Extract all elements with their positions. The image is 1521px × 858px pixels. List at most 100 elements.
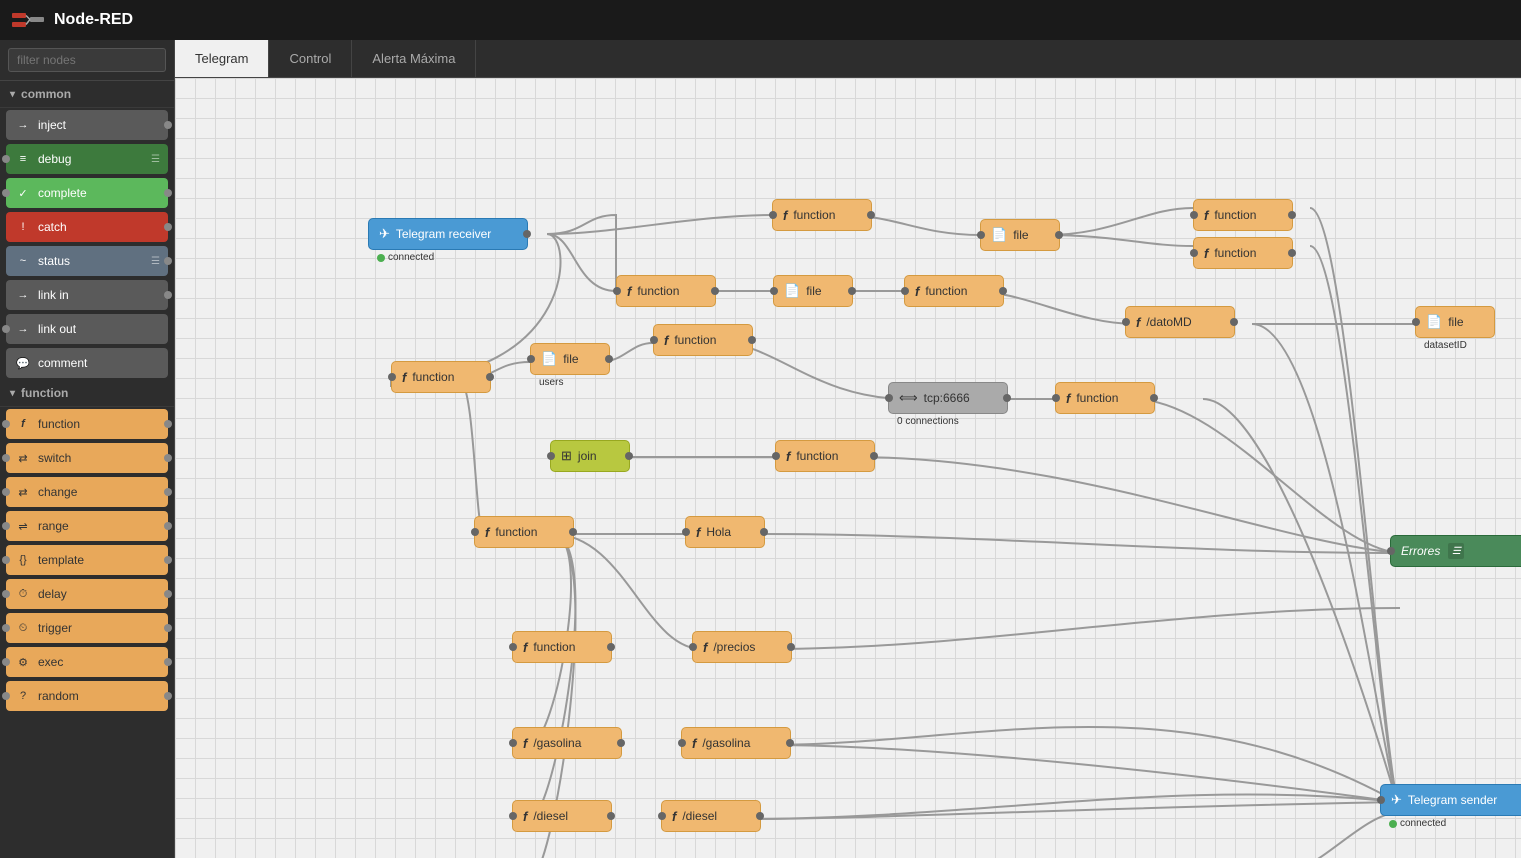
- node-diesel-2[interactable]: f /diesel: [661, 800, 761, 832]
- function-icon: f: [14, 415, 32, 433]
- node-comment[interactable]: 💬 comment: [6, 348, 168, 378]
- cn-dot-right: [1230, 318, 1238, 326]
- node-func-11[interactable]: f function: [512, 631, 612, 663]
- node-catch[interactable]: ! catch: [6, 212, 168, 242]
- cn-dot-right: [756, 812, 764, 820]
- node-debug[interactable]: ≡ debug ☰: [6, 144, 168, 174]
- node-gasolina-1[interactable]: f /gasolina: [512, 727, 622, 759]
- cn-dot-right: [569, 528, 577, 536]
- cn-dot-right: [1055, 231, 1063, 239]
- errores-label: Errores: [1401, 544, 1440, 558]
- node-delay[interactable]: ⏱ delay: [6, 579, 168, 609]
- cn-dot-left: [977, 231, 985, 239]
- node-complete[interactable]: ✓ complete: [6, 178, 168, 208]
- node-file-1[interactable]: 📄 file: [773, 275, 853, 307]
- tab-telegram[interactable]: Telegram: [175, 40, 269, 77]
- node-switch[interactable]: ⇄ switch: [6, 443, 168, 473]
- node-func-8[interactable]: f function: [1055, 382, 1155, 414]
- func6-label: function: [412, 370, 454, 384]
- tab-alerta[interactable]: Alerta Máxima: [352, 40, 476, 77]
- node-func-7[interactable]: f function: [653, 324, 753, 356]
- cn-dot-right: [748, 336, 756, 344]
- node-range[interactable]: ⇌ range: [6, 511, 168, 541]
- node-link-out[interactable]: → link out: [6, 314, 168, 344]
- search-input[interactable]: [8, 48, 166, 72]
- tab-control[interactable]: Control: [269, 40, 352, 77]
- cn-dot-right: [625, 452, 633, 460]
- exec-icon: ⚙: [14, 653, 32, 671]
- section-common[interactable]: ▾ common: [0, 81, 174, 108]
- node-func-10[interactable]: f function: [474, 516, 574, 548]
- cn-dot-left: [388, 373, 396, 381]
- cn-dot-left: [471, 528, 479, 536]
- file1-label: file: [806, 284, 821, 298]
- file4-sub: datasetID: [1424, 340, 1467, 351]
- node-hola[interactable]: f Hola: [685, 516, 765, 548]
- cn-dot-right: [1288, 249, 1296, 257]
- func11-label: function: [533, 640, 575, 654]
- node-join[interactable]: ⊞ join: [550, 440, 630, 472]
- node-telegram-sender-main[interactable]: ✈ Telegram sender connected: [1380, 784, 1521, 816]
- app-title: Node-RED: [54, 11, 133, 29]
- cn-dot-left: [509, 643, 517, 651]
- cn-dot-left: [547, 452, 555, 460]
- node-func-6[interactable]: f function: [391, 361, 491, 393]
- node-trigger[interactable]: ⏲ trigger: [6, 613, 168, 643]
- cn-dot-left: [901, 287, 909, 295]
- cn-dot-right: [617, 739, 625, 747]
- node-exec[interactable]: ⚙ exec: [6, 647, 168, 677]
- errores-square-btn[interactable]: [1468, 543, 1484, 559]
- canvas[interactable]: ✈ Telegram receiver connected f function…: [175, 78, 1521, 858]
- node-file-2[interactable]: 📄 file: [980, 219, 1060, 251]
- node-func-2[interactable]: f function: [772, 199, 872, 231]
- func1-icon: f: [627, 284, 631, 299]
- cn-dot-right: [711, 287, 719, 295]
- node-random[interactable]: ? random: [6, 681, 168, 711]
- node-telegram-receiver[interactable]: ✈ Telegram receiver connected: [368, 218, 528, 250]
- node-template[interactable]: {} template: [6, 545, 168, 575]
- file2-label: file: [1013, 228, 1028, 242]
- func10-icon: f: [485, 525, 489, 540]
- hola-icon: f: [696, 525, 700, 540]
- file4-icon: 📄: [1426, 314, 1442, 330]
- complete-icon: ✓: [14, 184, 32, 202]
- tg-sender-main-status: connected: [1389, 818, 1446, 829]
- node-change[interactable]: ⇄ change: [6, 477, 168, 507]
- section-function[interactable]: ▾ function: [0, 380, 174, 407]
- tcp-icon: ⟺: [899, 390, 918, 406]
- func9-icon: f: [786, 449, 790, 464]
- node-func-4[interactable]: f function: [1193, 199, 1293, 231]
- node-gasolina-2[interactable]: f /gasolina: [681, 727, 791, 759]
- node-link-in[interactable]: → link in: [6, 280, 168, 310]
- node-status[interactable]: ~ status ☰: [6, 246, 168, 276]
- node-func-1[interactable]: f function: [616, 275, 716, 307]
- tg-sender-main-icon: ✈: [1391, 792, 1402, 808]
- cn-dot-right: [870, 452, 878, 460]
- cn-dot-right: [607, 643, 615, 651]
- node-errores[interactable]: Errores ☰: [1390, 535, 1521, 567]
- status-dot: [377, 254, 385, 262]
- link-out-icon: →: [14, 320, 32, 338]
- sidebar: ▾ common → inject ≡ debug ☰ ✓ complete !…: [0, 40, 175, 858]
- precios-icon: f: [703, 640, 707, 655]
- func8-icon: f: [1066, 391, 1070, 406]
- errores-menu-btn[interactable]: ☰: [1448, 543, 1464, 559]
- node-tcp[interactable]: ⟺ tcp:6666 0 connections: [888, 382, 1008, 414]
- node-precios[interactable]: f /precios: [692, 631, 792, 663]
- node-diesel-1[interactable]: f /diesel: [512, 800, 612, 832]
- diesel1-icon: f: [523, 809, 527, 824]
- node-func-3[interactable]: f function: [904, 275, 1004, 307]
- node-file-3[interactable]: 📄 file users: [530, 343, 610, 375]
- debug-icon: ≡: [14, 150, 32, 168]
- link-in-icon: →: [14, 286, 32, 304]
- join-icon: ⊞: [561, 448, 572, 464]
- hola-label: Hola: [706, 525, 731, 539]
- node-inject[interactable]: → inject: [6, 110, 168, 140]
- node-dato-md[interactable]: f /datoMD: [1125, 306, 1235, 338]
- cn-dot-right: [999, 287, 1007, 295]
- node-function[interactable]: f function: [6, 409, 168, 439]
- node-file-4[interactable]: 📄 file datasetID: [1415, 306, 1495, 338]
- node-func-9[interactable]: f function: [775, 440, 875, 472]
- node-func-5[interactable]: f function: [1193, 237, 1293, 269]
- cn-dot-right: [523, 230, 531, 238]
